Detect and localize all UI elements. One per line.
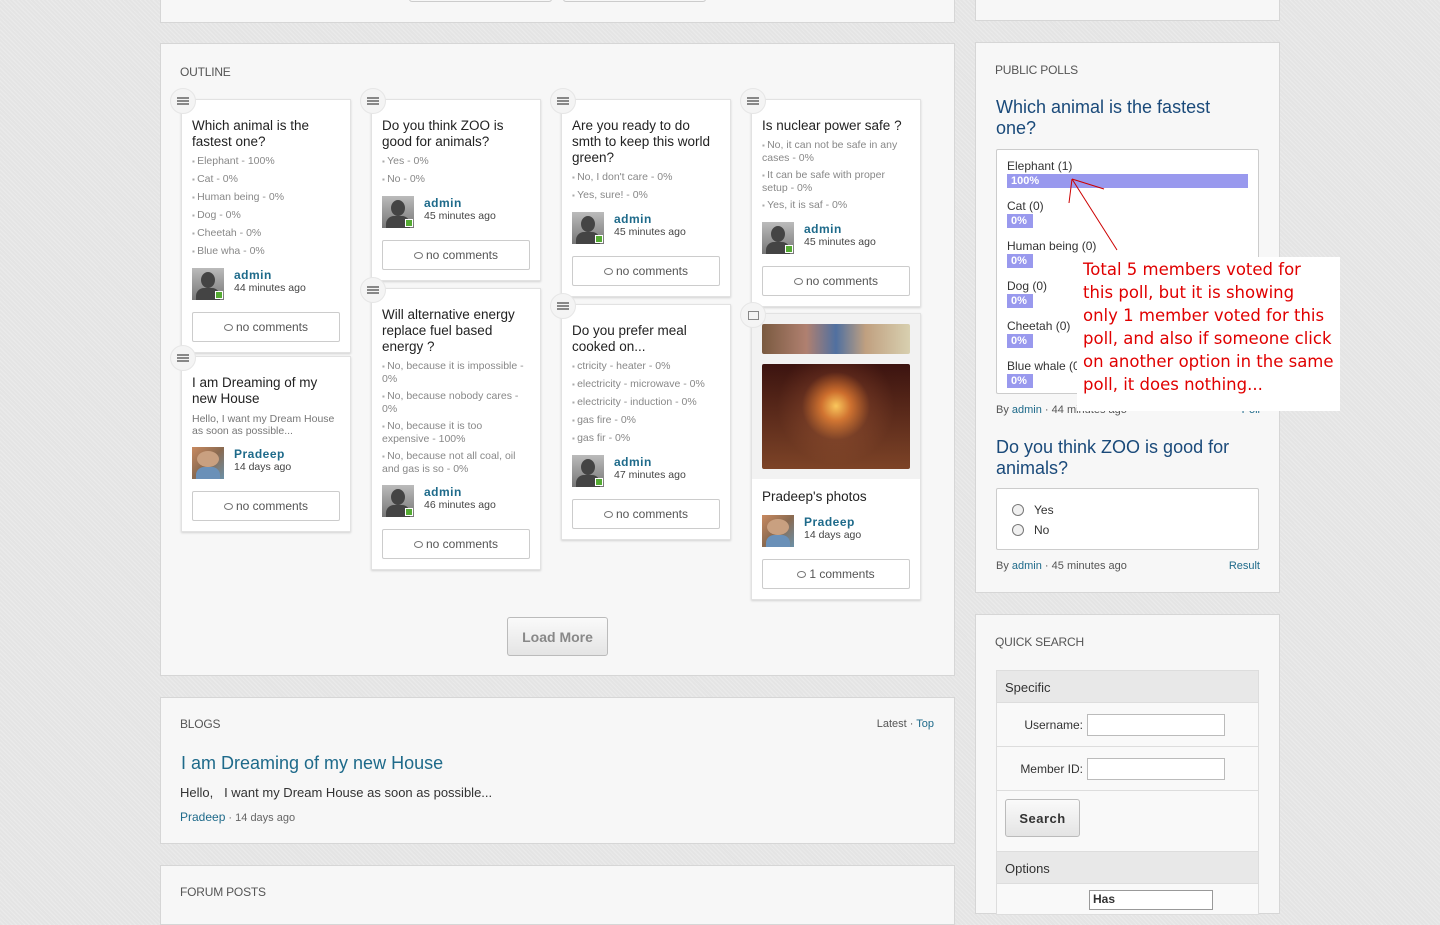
online-status-icon (785, 245, 793, 253)
online-status-icon (405, 508, 413, 516)
annotation-arrows (1068, 178, 1118, 251)
online-status-icon (215, 291, 223, 299)
annotation-note: Total 5 members voted for this poll, but… (1077, 257, 1340, 411)
online-status-icon (405, 219, 413, 227)
online-status-icon (595, 235, 603, 243)
online-status-icon (595, 478, 603, 486)
